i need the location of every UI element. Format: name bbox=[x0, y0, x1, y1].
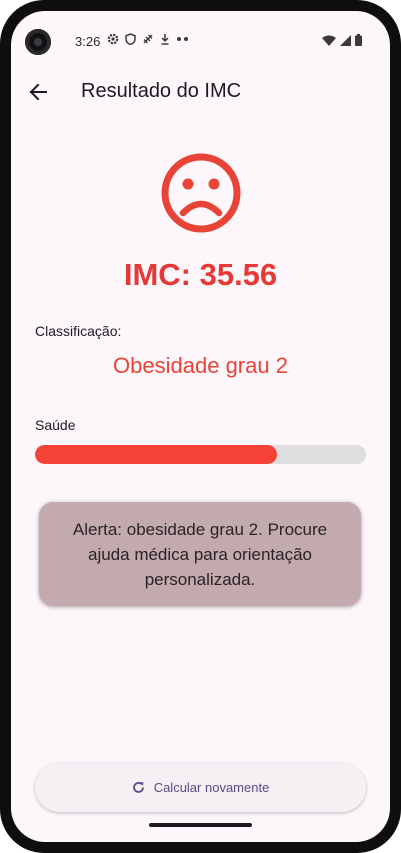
satellite-icon bbox=[143, 34, 153, 44]
status-right-icons bbox=[322, 34, 362, 46]
refresh-icon bbox=[132, 782, 144, 793]
phone-frame: 3:26 Resultado do IMC IMC: 35.56 Classif… bbox=[0, 0, 401, 853]
battery-icon bbox=[355, 34, 362, 46]
arrow-back-icon bbox=[29, 83, 47, 101]
recalculate-button[interactable]: Calcular novamente bbox=[35, 763, 366, 812]
health-label: Saúde bbox=[35, 417, 76, 433]
health-progress-bar bbox=[35, 445, 366, 464]
back-button[interactable] bbox=[23, 77, 53, 107]
status-time: 3:26 bbox=[75, 34, 101, 49]
signal-icon bbox=[340, 34, 351, 46]
download-icon bbox=[161, 34, 169, 45]
imc-value: IMC: 35.56 bbox=[123, 257, 278, 292]
home-indicator[interactable] bbox=[149, 823, 252, 827]
screen: 3:26 Resultado do IMC IMC: 35.56 Classif… bbox=[11, 11, 390, 842]
classification-value: Obesidade grau 2 bbox=[113, 353, 288, 378]
sad-face-icon bbox=[161, 153, 241, 233]
page-title: Resultado do IMC bbox=[81, 80, 242, 102]
status-left-icons bbox=[107, 33, 190, 45]
shield-icon bbox=[125, 33, 136, 45]
status-bar: 3:26 bbox=[11, 11, 390, 55]
wifi-icon bbox=[322, 35, 336, 46]
alert-text: Alerta: obesidade grau 2. Procure ajuda … bbox=[72, 519, 328, 589]
health-progress-fill bbox=[35, 445, 277, 464]
gear-icon bbox=[107, 33, 119, 45]
alert-card: Alerta: obesidade grau 2. Procure ajuda … bbox=[39, 502, 361, 606]
recalculate-label: Calcular novamente bbox=[153, 780, 270, 795]
more-dots-icon bbox=[177, 37, 188, 41]
app-bar: Resultado do IMC bbox=[11, 71, 390, 111]
classification-label: Classificação: bbox=[35, 323, 122, 339]
front-camera bbox=[25, 29, 51, 55]
